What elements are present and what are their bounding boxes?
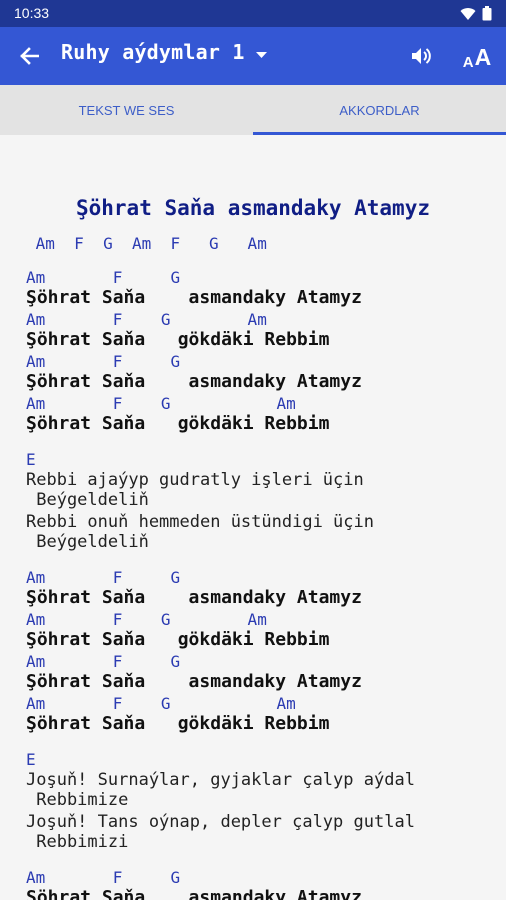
lyric-line: Şöhrat Saňa gökdäki Rebbim: [26, 629, 330, 650]
status-bar: 10:33: [0, 0, 506, 27]
lyric-line: Şöhrat Saňa gökdäki Rebbim: [26, 329, 330, 350]
verse-line: Beýgeldeliň: [26, 490, 149, 510]
verse-line: Joşuň! Tans oýnap, depler çalyp gutlal: [26, 812, 415, 832]
chord-line: E: [26, 450, 36, 469]
volume-icon: [412, 48, 431, 64]
chevron-down-icon[interactable]: [256, 52, 267, 59]
lyric-line: Şöhrat Saňa asmandaky Atamyz: [26, 371, 362, 392]
lyric-line: Şöhrat Saňa asmandaky Atamyz: [26, 887, 362, 900]
text-size-icon-small: A: [462, 54, 474, 71]
status-icons: [460, 6, 492, 21]
tab-bar: TEKST WE SES AKKORDLAR: [0, 85, 506, 135]
volume-button[interactable]: [408, 42, 436, 70]
chord-line: Am F G: [26, 568, 181, 587]
text-size-icon-large: A: [474, 44, 492, 70]
verse-line: Rebbimize: [26, 790, 129, 810]
status-time: 10:33: [14, 5, 50, 21]
chord-line: Am F G Am: [26, 394, 296, 413]
song-content[interactable]: Şöhrat Saňa asmandaky Atamyz Am F G Am F…: [0, 135, 506, 900]
back-button[interactable]: [14, 42, 44, 70]
app-bar: Ruhy aýdymlar 1 AA: [0, 27, 506, 85]
lyric-line: Şöhrat Saňa asmandaky Atamyz: [26, 671, 362, 692]
chord-line: Am F G Am: [26, 694, 296, 713]
lyric-line: Şöhrat Saňa asmandaky Atamyz: [26, 587, 362, 608]
wifi-icon: [460, 7, 476, 20]
tab-text-and-audio[interactable]: TEKST WE SES: [0, 85, 253, 135]
arrow-back-icon: [20, 47, 39, 65]
chord-line: Am F G Am F G Am: [26, 234, 267, 253]
verse-line: Rebbi onuň hemmeden üstündigi üçin: [26, 512, 374, 532]
verse-line: Rebbi ajaýyp gudratly işleri üçin: [26, 470, 364, 490]
tab-text-and-audio-label: TEKST WE SES: [78, 102, 175, 118]
chord-line: Am F G: [26, 352, 181, 371]
chord-line: Am F G: [26, 268, 181, 287]
lyric-line: Şöhrat Saňa asmandaky Atamyz: [26, 287, 362, 308]
chord-line: Am F G Am: [26, 610, 267, 629]
lyric-line: Şöhrat Saňa gökdäki Rebbim: [26, 713, 330, 734]
lyric-line: Şöhrat Saňa gökdäki Rebbim: [26, 413, 330, 434]
text-size-button[interactable]: AA: [460, 41, 494, 71]
song-title: Şöhrat Saňa asmandaky Atamyz: [75, 196, 430, 220]
verse-line: Rebbimizi: [26, 832, 129, 852]
tab-chords[interactable]: AKKORDLAR: [253, 85, 506, 135]
chord-line: E: [26, 750, 36, 769]
songbook-title[interactable]: Ruhy aýdymlar 1: [61, 40, 245, 64]
tab-chords-label: AKKORDLAR: [339, 102, 420, 118]
verse-line: Beýgeldeliň: [26, 532, 149, 552]
chord-line: Am F G: [26, 868, 181, 887]
verse-line: Joşuň! Surnaýlar, gyjaklar çalyp aýdal: [26, 770, 415, 790]
chord-line: Am F G: [26, 652, 181, 671]
chord-line: Am F G Am: [26, 310, 267, 329]
battery-icon: [482, 6, 492, 21]
